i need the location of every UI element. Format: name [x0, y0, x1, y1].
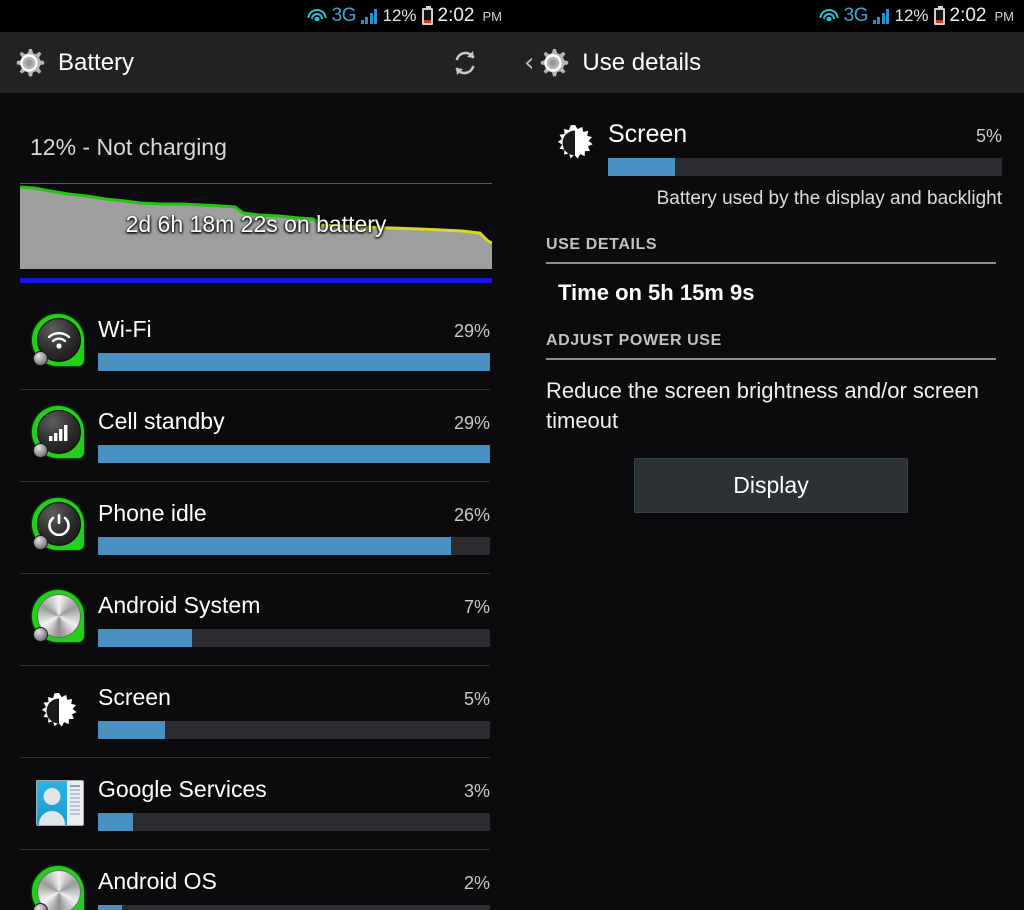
list-item[interactable]: Google Services 3%: [0, 757, 512, 849]
list-item-percent: 3%: [463, 780, 490, 801]
use-details-action-bar: ‹ Use details: [512, 32, 1024, 94]
section-header: USE DETAILS: [546, 236, 658, 253]
status-clock-meridiem: PM: [994, 8, 1015, 24]
detail-usage-bar: [608, 158, 1002, 176]
brightness-icon: [28, 680, 90, 742]
detail-description: Battery used by the display and backligh…: [656, 188, 1002, 209]
graph-top-rule: [20, 183, 492, 184]
list-item-label: Android OS: [98, 867, 217, 894]
android-system-pin-icon: [28, 588, 90, 650]
list-item-percent: 29%: [453, 412, 490, 433]
power-advice-text: Reduce the screen brightness and/or scre…: [546, 378, 979, 433]
detail-percent: 5%: [975, 126, 1002, 146]
signal-bars-icon: [872, 8, 890, 24]
android-system-pin-icon: [28, 864, 90, 910]
battery-history-graph[interactable]: 2d 6h 18m 22s on battery: [20, 183, 492, 283]
usage-bar: [98, 536, 490, 555]
adjust-power-use-section: ADJUST POWER USE: [546, 332, 996, 360]
status-battery-percent: 12%: [382, 6, 417, 25]
back-chevron-icon[interactable]: ‹: [524, 50, 534, 76]
list-item-percent: 29%: [453, 320, 490, 341]
wifi-pin-icon: [28, 312, 90, 374]
battery-icon: [421, 5, 433, 25]
network-type-label: 3G: [843, 5, 869, 26]
signal-bars-icon: [360, 8, 378, 24]
contacts-card-icon: [28, 772, 90, 834]
list-item-label: Wi-Fi: [98, 315, 152, 342]
android-battery-screen: 3G 12% 2:02 PM 3G 12% 2:02 PM Battery ‹ …: [0, 0, 1024, 910]
use-details-section: USE DETAILS Time on 5h 15m 9s: [546, 236, 996, 306]
section-divider: [546, 358, 996, 360]
list-item[interactable]: Phone idle 26%: [0, 481, 512, 573]
brightness-icon: [546, 120, 608, 172]
usage-bar: [98, 812, 490, 831]
usage-bar: [98, 352, 490, 371]
network-type-label: 3G: [331, 5, 357, 26]
status-clock-meridiem: PM: [482, 8, 503, 24]
use-details-header: Screen 5% Battery used by the display an…: [512, 94, 1024, 210]
detail-title: Screen: [608, 120, 688, 148]
content-area: 12% - Not charging 2d 6h 18m 22s on batt…: [0, 94, 1024, 910]
use-details-pane: Screen 5% Battery used by the display an…: [512, 94, 1024, 910]
list-item-label: Google Services: [98, 775, 267, 802]
usage-bar: [98, 444, 490, 463]
cell-signal-pin-icon: [28, 404, 90, 466]
battery-status-summary: 12% - Not charging: [30, 134, 227, 160]
wifi-icon: [307, 8, 327, 24]
usage-bar: [98, 628, 490, 647]
status-bar: 3G 12% 2:02 PM 3G 12% 2:02 PM: [0, 0, 1024, 32]
time-on-value: Time on 5h 15m 9s: [558, 280, 755, 305]
battery-usage-list: Wi-Fi 29% Cell standby 29% Phone idle 26…: [0, 297, 512, 910]
list-item[interactable]: Screen 5%: [0, 665, 512, 757]
list-item[interactable]: Cell standby 29%: [0, 389, 512, 481]
refresh-icon[interactable]: [450, 48, 480, 78]
status-clock: 2:02: [949, 5, 987, 26]
action-bars: Battery ‹ Use details: [0, 32, 1024, 94]
list-item-percent: 7%: [463, 596, 490, 617]
status-bar-left-half: 3G 12% 2:02 PM: [0, 0, 512, 32]
page-title: Battery: [58, 48, 135, 76]
list-item-percent: 2%: [463, 872, 490, 893]
list-item[interactable]: Wi-Fi 29%: [0, 297, 512, 389]
battery-action-bar: Battery: [0, 32, 512, 94]
display-button[interactable]: Display: [634, 458, 908, 513]
graph-charge-indicator-bar: [20, 278, 492, 283]
list-item[interactable]: Android System 7%: [0, 573, 512, 665]
list-item-label: Screen: [98, 683, 171, 710]
battery-icon: [933, 5, 945, 25]
list-item[interactable]: Android OS 2%: [0, 849, 512, 910]
section-header: ADJUST POWER USE: [546, 332, 722, 349]
usage-bar: [98, 904, 490, 910]
list-item-label: Phone idle: [98, 499, 207, 526]
status-bar-right-half: 3G 12% 2:02 PM: [512, 0, 1024, 32]
list-item-percent: 26%: [453, 504, 490, 525]
status-battery-percent: 12%: [894, 6, 929, 25]
time-on-battery-label: 2d 6h 18m 22s on battery: [125, 211, 387, 237]
wifi-icon: [819, 8, 839, 24]
list-item-label: Cell standby: [98, 407, 225, 434]
section-divider: [546, 262, 996, 264]
list-item-label: Android System: [98, 591, 261, 618]
list-item-percent: 5%: [463, 688, 490, 709]
gear-icon[interactable]: [12, 46, 46, 80]
battery-list-pane: 12% - Not charging 2d 6h 18m 22s on batt…: [0, 94, 512, 910]
power-pin-icon: [28, 496, 90, 558]
status-clock: 2:02: [437, 5, 475, 26]
page-title: Use details: [582, 48, 702, 76]
usage-bar: [98, 720, 490, 739]
display-button-wrapper: Display: [546, 458, 996, 513]
gear-icon[interactable]: [536, 46, 570, 80]
